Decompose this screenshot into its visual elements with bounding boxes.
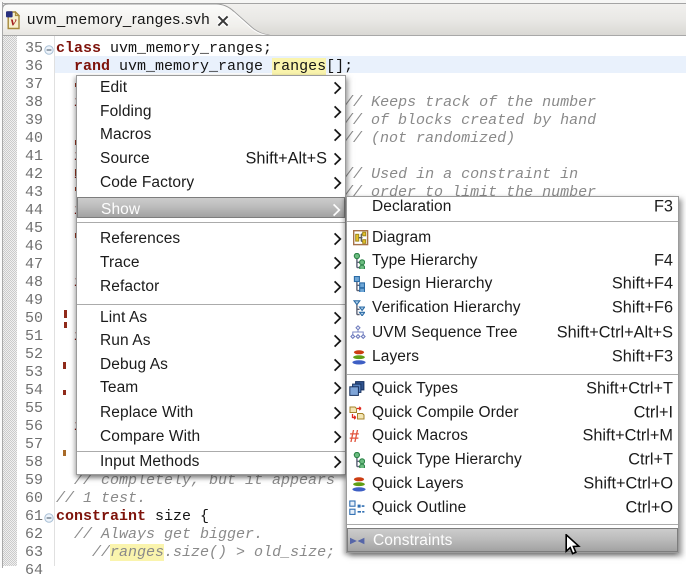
svg-text:#: # — [349, 428, 359, 444]
